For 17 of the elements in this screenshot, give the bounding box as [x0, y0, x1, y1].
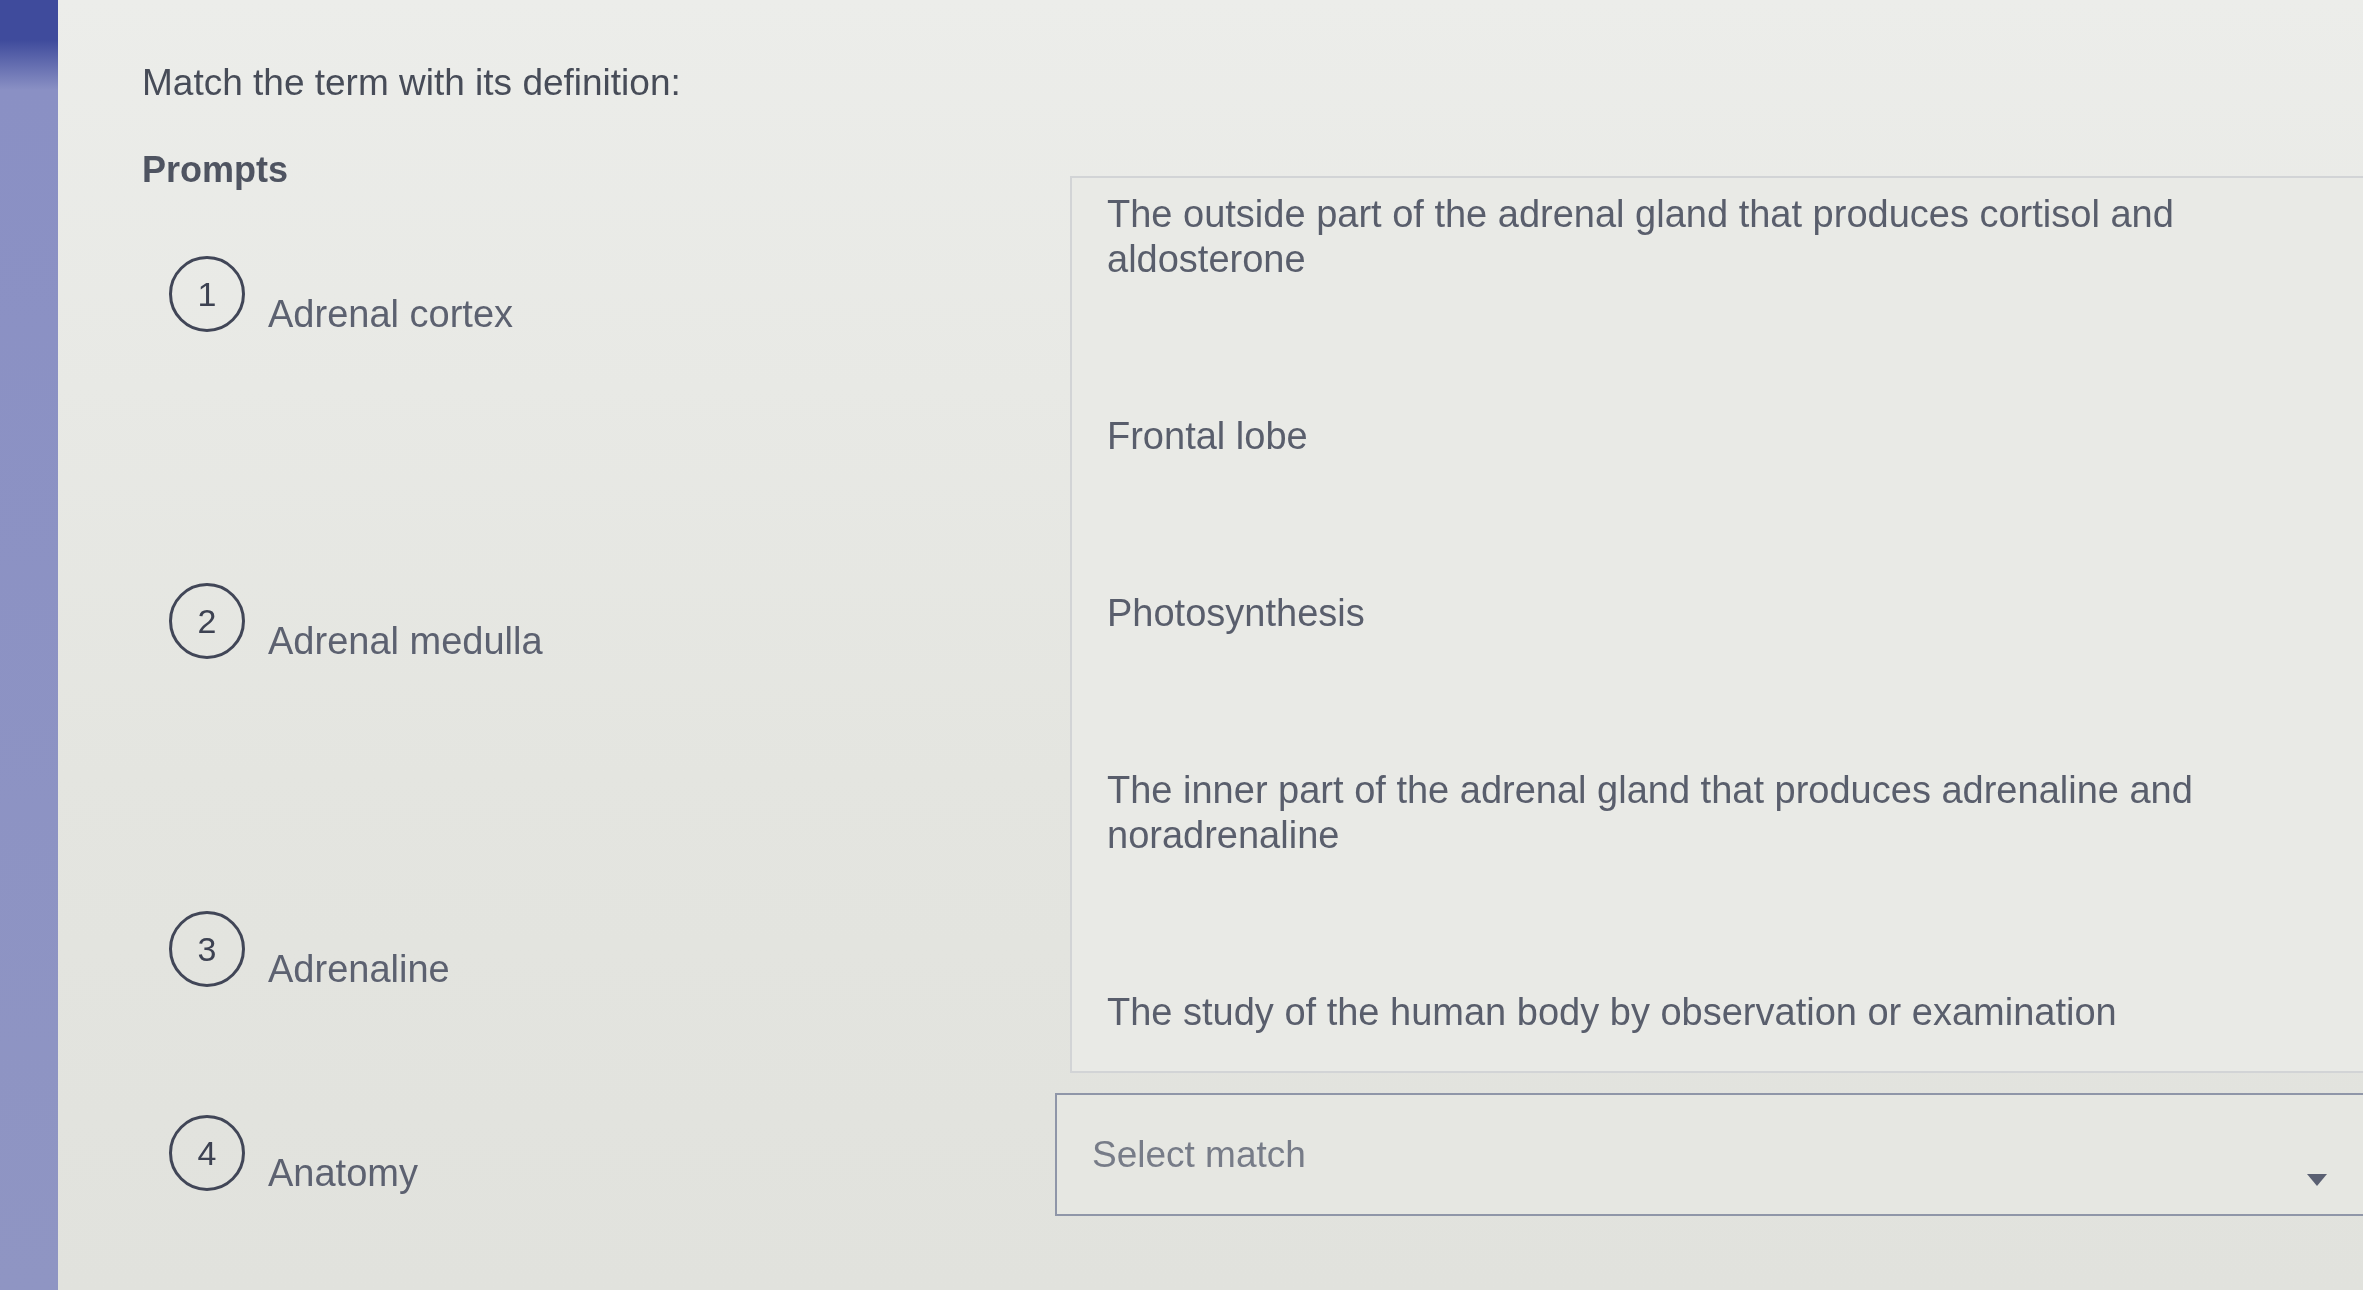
prompt-number: 1 [169, 256, 245, 332]
prompt-term: Anatomy [268, 1151, 418, 1195]
dropdown-option[interactable]: The inner part of the adrenal gland that produces adrenaline and noradrenaline [1107, 768, 2357, 858]
prompt-number: 4 [169, 1115, 245, 1191]
prompt-term: Adrenaline [268, 947, 450, 991]
prompt-term: Adrenal medulla [268, 619, 543, 663]
prompts-heading: Prompts [142, 148, 290, 192]
prompt-number: 2 [169, 583, 245, 659]
select-dropdown[interactable]: Select match [1055, 1093, 2363, 1216]
prompt-number: 3 [169, 911, 245, 987]
prompt-term: Adrenal cortex [268, 292, 513, 336]
dropdown-option[interactable]: The study of the human body by observation or examination [1107, 990, 2357, 1035]
dropdown-option[interactable]: Frontal lobe [1107, 414, 2357, 459]
dropdown-option[interactable]: Photosynthesis [1107, 591, 2357, 636]
question-title: Match the term with its definition: [142, 61, 682, 105]
caret-icon [2307, 1173, 2327, 1186]
dropdown-option[interactable]: The outside part of the adrenal gland that produces cortisol and aldosterone [1107, 192, 2357, 282]
